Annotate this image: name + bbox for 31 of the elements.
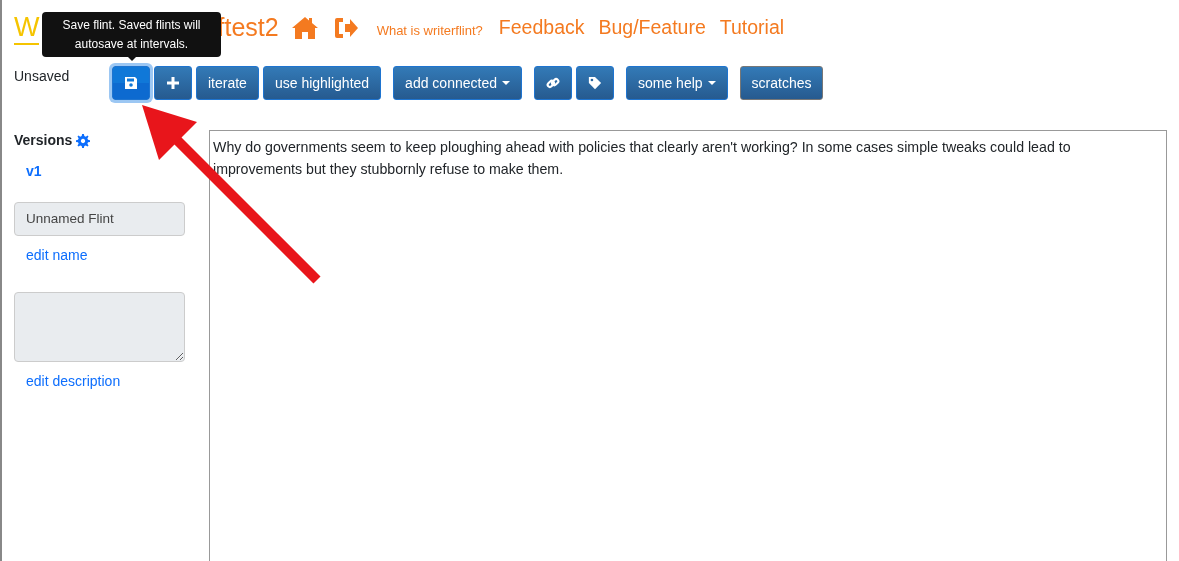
toolbar-button[interactable]: iterate <box>196 66 259 100</box>
tag-button[interactable] <box>575 66 614 100</box>
dropdown-button[interactable]: some help <box>625 66 728 100</box>
gear-icon[interactable] <box>76 133 91 148</box>
tooltip: Save flint. Saved flints will autosave at intervals. <box>42 12 221 58</box>
plus-button[interactable] <box>154 66 192 100</box>
caret-icon <box>707 81 716 85</box>
toolbar-button[interactable]: scratches <box>739 66 824 100</box>
caret-icon <box>501 81 510 85</box>
edit-name-link[interactable]: edit name <box>26 245 88 267</box>
save-button[interactable] <box>112 66 150 100</box>
plus-icon <box>166 76 180 90</box>
tooltip-pointer <box>126 55 138 61</box>
toolbar-button[interactable]: use highlighted <box>262 66 382 100</box>
version-link[interactable]: v1 <box>26 161 42 182</box>
section-heading: Versions <box>14 131 73 150</box>
dropdown-button[interactable]: add connected <box>393 66 522 100</box>
nav-link[interactable]: What is writerflint? <box>376 21 483 41</box>
edit-description-link[interactable]: edit description <box>26 371 121 393</box>
save-icon <box>124 76 138 90</box>
home-icon[interactable] <box>290 16 319 40</box>
nav-link[interactable]: Tutorial <box>719 13 785 43</box>
exit-icon[interactable] <box>332 17 359 39</box>
text-editor[interactable]: Why do governments seem to keep ploughing ahead with policies that clearly aren't working? In some cases simple tweaks could lead to improvements but they stubbornly refuse to make them. <box>209 130 1167 561</box>
save-status: Unsaved <box>14 67 71 86</box>
link-icon <box>545 76 560 90</box>
link-button[interactable] <box>533 66 572 100</box>
tag-icon <box>587 76 602 90</box>
nav-link[interactable]: Feedback <box>498 13 585 43</box>
nav-link[interactable]: Bug/Feature <box>598 13 706 43</box>
name-field[interactable]: Unnamed Flint <box>14 202 185 237</box>
